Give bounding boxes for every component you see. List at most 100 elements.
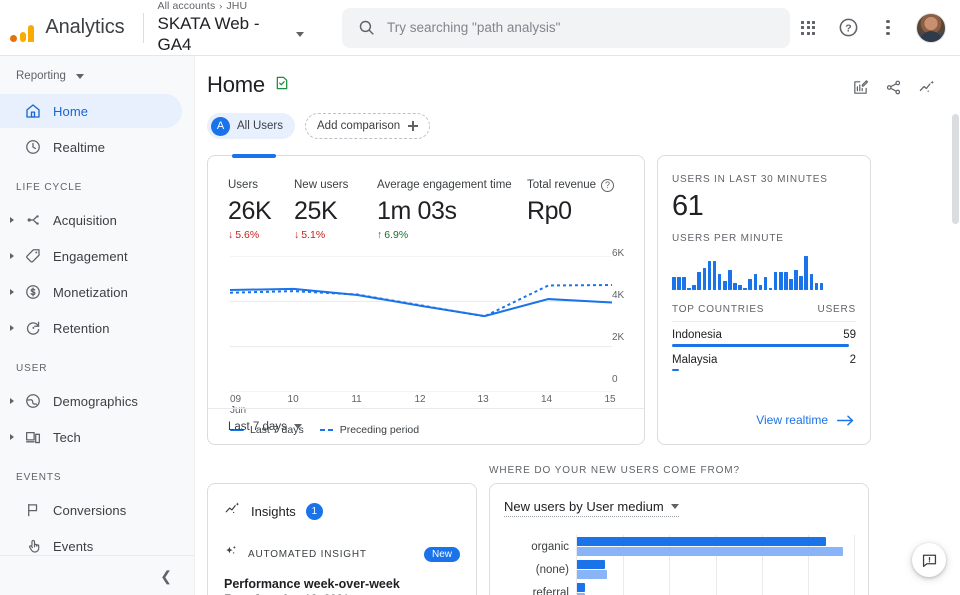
bar-current: [577, 560, 605, 569]
bar-group[interactable]: [577, 581, 854, 595]
metric-value: 26K: [228, 197, 272, 225]
expand-arrow-icon[interactable]: [4, 398, 20, 404]
sidebar-mode-label: Reporting: [16, 70, 66, 82]
sidebar-item-label: Monetization: [53, 284, 128, 300]
users-per-minute-bar: [778, 272, 783, 290]
expand-arrow-icon[interactable]: [4, 434, 20, 440]
avatar[interactable]: [916, 12, 946, 43]
sidebar-scroll: Reporting Home Realtime LIFE CYCLE Acqui…: [0, 56, 194, 555]
insights-section-title: [207, 465, 477, 483]
insights-column: Insights 1 AUTOMATED INSIGHT New Perform…: [207, 465, 477, 595]
acquisition-icon: [20, 211, 46, 229]
sidebar-mode-selector[interactable]: Reporting: [0, 60, 194, 92]
segment-chip-all-users[interactable]: A All Users: [207, 113, 296, 139]
sidebar-item-label: Conversions: [53, 502, 127, 518]
search-area: [304, 7, 790, 48]
expand-arrow-icon[interactable]: [4, 289, 20, 295]
overview-card: Users 26K ↓ 5.6% New users 25K ↓ 5.1% Av…: [207, 154, 645, 445]
add-comparison-label: Add comparison: [317, 120, 401, 132]
users-line-chart[interactable]: 6K 4K 2K 0: [230, 248, 624, 392]
line-chart-svg: [230, 256, 612, 392]
sidebar-item-tech[interactable]: Tech: [0, 420, 182, 454]
edit-chart-icon[interactable]: [852, 79, 869, 101]
expand-arrow-icon[interactable]: [4, 217, 20, 223]
clock-icon: [20, 138, 46, 156]
feedback-button[interactable]: [912, 543, 946, 577]
country-row[interactable]: Malaysia 2: [672, 347, 856, 371]
sidebar-item-conversions[interactable]: Conversions: [0, 493, 182, 527]
globe-icon: [20, 392, 46, 410]
sidebar: Reporting Home Realtime LIFE CYCLE Acqui…: [0, 56, 195, 595]
chevron-left-icon[interactable]: ❮: [160, 569, 172, 583]
add-comparison-button[interactable]: Add comparison: [305, 113, 431, 139]
property-name[interactable]: SKATA Web - GA4: [157, 13, 304, 55]
users-per-minute-bar: [773, 272, 778, 290]
date-range-selector[interactable]: Last 7 days: [228, 421, 302, 433]
search-input[interactable]: [387, 20, 774, 35]
account-selector[interactable]: All accounts › JHU SKATA Web - GA4: [157, 0, 304, 55]
country-users: 2: [849, 353, 856, 366]
sidebar-item-label: Engagement: [53, 248, 128, 264]
bar-group[interactable]: [577, 558, 854, 581]
sidebar-item-label: Demographics: [53, 393, 139, 409]
expand-arrow-icon[interactable]: [4, 253, 20, 259]
dimension-selector[interactable]: New users by User medium: [504, 499, 679, 517]
sidebar-item-label: Tech: [53, 429, 81, 445]
users-per-minute-bar: [722, 281, 727, 290]
top-countries-label: TOP COUNTRIES: [672, 304, 765, 315]
breadcrumb-separator: ›: [219, 1, 223, 11]
more-options-button[interactable]: [870, 10, 906, 46]
main-scrollbar[interactable]: [952, 114, 959, 224]
metric-label-text: Total revenue: [527, 179, 597, 191]
users-per-minute-bar: [784, 272, 788, 290]
sidebar-item-engagement[interactable]: Engagement: [0, 239, 182, 273]
overview-card-footer: Last 7 days: [208, 408, 644, 444]
sidebar-item-monetization[interactable]: Monetization: [0, 275, 182, 309]
automated-insight-row: AUTOMATED INSIGHT New: [224, 522, 460, 564]
chevron-down-icon: [75, 73, 84, 79]
chevron-down-icon: [296, 31, 304, 37]
insight-headline[interactable]: Performance week-over-week: [224, 564, 460, 591]
delta-arrow-icon: ↑: [377, 229, 383, 241]
top-bar: Analytics All accounts › JHU SKATA Web - G…: [0, 0, 960, 56]
property-name-text: SKATA Web - GA4: [157, 14, 260, 54]
metric-users: Users 26K ↓ 5.6%: [228, 178, 294, 242]
sidebar-item-label: Retention: [53, 320, 110, 336]
dimension-label: New users by User medium: [504, 499, 664, 514]
sidebar-item-acquisition[interactable]: Acquisition: [0, 203, 182, 237]
sidebar-item-retention[interactable]: Retention: [0, 311, 182, 345]
sidebar-item-realtime[interactable]: Realtime: [0, 130, 182, 164]
metric-delta: ↑ 6.9%: [377, 228, 527, 242]
realtime-card: USERS IN LAST 30 MINUTES 61 USERS PER MI…: [657, 155, 871, 445]
new-users-bar-chart[interactable]: organic (none) referral: [504, 535, 855, 595]
country-row[interactable]: Indonesia 59: [672, 322, 856, 347]
sidebar-item-demographics[interactable]: Demographics: [0, 384, 182, 418]
insights-header[interactable]: Insights 1: [224, 500, 460, 522]
expand-arrow-icon[interactable]: [4, 325, 20, 331]
search-box[interactable]: [342, 7, 790, 48]
delta-value: 6.9%: [384, 229, 409, 241]
breadcrumb-root: All accounts: [157, 0, 216, 12]
metric-avg-engagement-time: Average engagement time 1m 03s ↑ 6.9%: [377, 178, 527, 242]
sidebar-item-home[interactable]: Home: [0, 94, 182, 128]
help-circle-icon[interactable]: ?: [601, 179, 615, 192]
users-per-minute-chart[interactable]: [672, 254, 856, 290]
svg-text:?: ?: [845, 23, 851, 35]
bar-group[interactable]: [577, 535, 854, 558]
users-per-minute-bar: [687, 288, 691, 290]
view-realtime-link[interactable]: View realtime: [756, 413, 854, 427]
home-icon: [20, 102, 46, 120]
delta-arrow-icon: ↓: [294, 229, 300, 241]
insights-icon[interactable]: [918, 78, 936, 101]
apps-grid-button[interactable]: [790, 10, 826, 46]
sidebar-item-events[interactable]: Events: [0, 529, 182, 555]
customize-report-icon[interactable]: [274, 75, 290, 96]
users-per-minute-bar: [702, 268, 707, 290]
main-content: Home A All Users Add comparison Users 26…: [195, 56, 960, 595]
help-button[interactable]: ?: [830, 10, 866, 46]
breadcrumb: All accounts › JHU: [157, 0, 304, 13]
users-per-minute-bar: [707, 261, 712, 290]
share-icon[interactable]: [885, 79, 902, 101]
metric-total-revenue: Total revenue ? Rp0: [527, 178, 615, 242]
gridline: [854, 535, 855, 595]
